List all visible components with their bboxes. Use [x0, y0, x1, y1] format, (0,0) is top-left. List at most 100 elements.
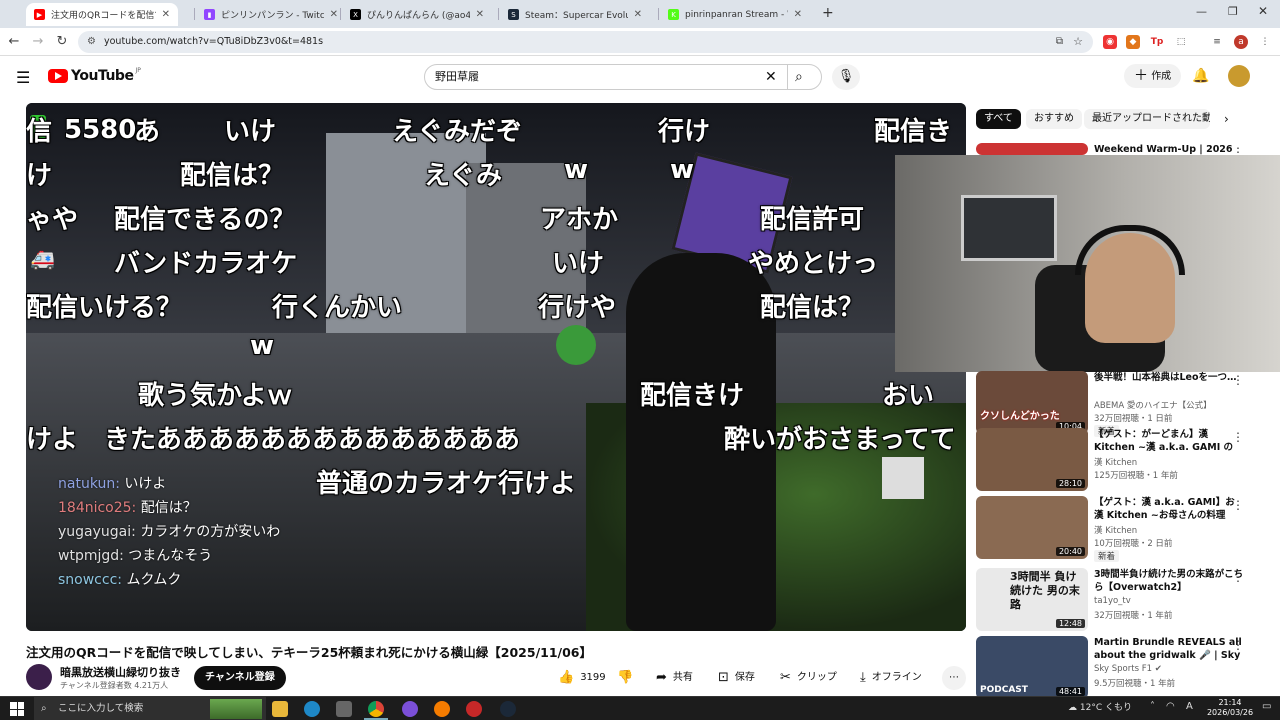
search-icon[interactable]: ⌕	[795, 65, 803, 89]
recommended-title[interactable]: 【ゲスト：漢 a.k.a. GAMI】お漢 Kitchen ~お母さんの料理番…	[1094, 496, 1244, 522]
video-thumbnail[interactable]: クソしんどかった 10:04	[976, 371, 1088, 434]
wifi-icon[interactable]: ◠	[1166, 701, 1175, 712]
subscribe-button[interactable]: チャンネル登録	[194, 666, 286, 690]
browser-tab[interactable]: ▶ 注文用のQRコードを配信で映してしま ✕	[26, 3, 178, 26]
tab-close-icon[interactable]: ✕	[634, 9, 642, 20]
file-explorer-icon[interactable]	[272, 701, 288, 717]
steam-icon[interactable]	[500, 701, 516, 717]
tab-close-icon[interactable]: ✕	[162, 9, 170, 20]
more-options-icon[interactable]: ⋮	[1232, 145, 1244, 155]
recommended-channel[interactable]: ABEMA 愛のハイエナ【公式】	[1094, 399, 1212, 411]
calculator-icon[interactable]	[336, 701, 352, 717]
browser-tab[interactable]: Kpinrinpanran Stream - Watch Live ✕	[660, 3, 810, 26]
filter-chip[interactable]: 最近アップロードされた動画	[1084, 109, 1210, 129]
minimize-icon[interactable]: —	[1196, 5, 1207, 18]
reading-list-icon[interactable]: ≡	[1210, 35, 1224, 49]
recommended-title[interactable]: Weekend Warm-Up | 2026	[1094, 143, 1244, 155]
tab-close-icon[interactable]: ✕	[330, 9, 338, 20]
url-field[interactable]: ⚙ youtube.com/watch?v=QTu8iDbZ3v0&t=481s…	[78, 31, 1093, 53]
save-button[interactable]: ⊡ 保存	[718, 666, 755, 690]
offline-button[interactable]: ⤓ オフライン	[860, 666, 922, 690]
reload-icon[interactable]: ↻	[54, 34, 70, 49]
extension-icon-2[interactable]: ◆	[1126, 35, 1140, 49]
start-icon[interactable]	[10, 702, 24, 716]
recommended-title[interactable]: 後半戦！山本裕典はLeoを一つ…	[1094, 371, 1244, 384]
tray-chevron-icon[interactable]: ˄	[1150, 701, 1155, 712]
back-icon[interactable]: ←	[6, 34, 22, 49]
recommended-title[interactable]: Martin Brundle REVEALS all about the gri…	[1094, 636, 1244, 662]
filter-chip[interactable]: すべて	[976, 109, 1021, 129]
facecam-overlay	[895, 155, 1280, 372]
more-options-icon[interactable]: ⋮	[1232, 430, 1244, 444]
youtube-logo[interactable]: YouTube JP	[48, 67, 141, 84]
more-options-icon[interactable]: ⋮	[1232, 373, 1244, 387]
app-icon-orange[interactable]	[434, 701, 450, 717]
close-window-icon[interactable]: ✕	[1258, 4, 1268, 18]
channel-avatar[interactable]	[26, 664, 52, 690]
recommended-video[interactable]: 3時間半 負け続けた 男の末路 12:48 3時間半負け続けた男の末路がこちら【Ov…	[976, 568, 1266, 632]
filter-chip[interactable]: おすすめ	[1026, 109, 1082, 129]
dislike-button[interactable]: 👎	[617, 666, 633, 690]
recommended-channel[interactable]: ta1yo_tv	[1094, 596, 1131, 606]
ime-indicator[interactable]: A	[1186, 701, 1193, 712]
create-button[interactable]: ＋ 作成	[1124, 64, 1182, 88]
notification-center-icon[interactable]: ▭	[1262, 701, 1271, 712]
browser-tab[interactable]: X ぴんりんぱんらん (@ao4391035588 ✕	[342, 3, 492, 26]
search-value: 野田草履	[435, 70, 479, 83]
recommended-title[interactable]: 3時間半負け続けた男の末路がこちら【Overwatch2】	[1094, 568, 1244, 594]
like-button[interactable]: 👍 3199	[558, 666, 606, 690]
browser-menu-icon[interactable]: ⋮	[1258, 35, 1272, 49]
browser-tab[interactable]: S Steam：Supercar Evolution 2026 ✕	[500, 3, 650, 26]
forward-icon[interactable]: →	[30, 34, 46, 49]
recommended-title[interactable]: 【ゲスト：がーどまん】漢 Kitchen ~漢 a.k.a. GAMI の料…	[1094, 428, 1244, 454]
recommended-channel[interactable]: 漢 Kitchen	[1094, 524, 1137, 536]
video-thumbnail[interactable]: 20:40	[976, 496, 1088, 559]
browser-tab[interactable]: ▮ ピンリンパンラン - Twitch ✕	[196, 3, 346, 26]
profile-avatar[interactable]: a	[1234, 35, 1248, 49]
bookmark-star-icon[interactable]: ☆	[1073, 31, 1083, 53]
more-options-icon[interactable]: ⋮	[1232, 570, 1244, 584]
channel-name[interactable]: 暗黒放送横山緑切り抜き	[60, 664, 181, 680]
video-player[interactable]: 🚑 信 5580 あいけ えぐみだぞ 行け 配信きけ配信は？ えぐみ w w ゃや 配信できるの？ア…	[26, 103, 966, 631]
clear-search-icon[interactable]: ✕	[765, 65, 777, 89]
recommended-channel[interactable]: 漢 Kitchen	[1094, 456, 1137, 468]
more-options-icon[interactable]: ⋮	[1232, 638, 1244, 652]
extension-icon-3[interactable]: Tp	[1150, 35, 1164, 49]
chips-next-icon[interactable]: ›	[1224, 112, 1229, 126]
extensions-puzzle-icon[interactable]: ⬚	[1174, 35, 1188, 49]
video-thumbnail[interactable]	[976, 143, 1088, 155]
danmaku-comment: 配信できるの？	[114, 205, 296, 235]
recommended-video[interactable]: PODCAST 48:41 Martin Brundle REVEALS all a…	[976, 636, 1266, 700]
hamburger-menu-icon[interactable]: ☰	[16, 68, 30, 87]
weather-widget[interactable]: ☁ 12°C くもり	[1068, 697, 1132, 720]
new-tab-button[interactable]: +	[822, 5, 834, 21]
cast-icon[interactable]: ⧉	[1056, 31, 1063, 53]
notifications-bell-icon[interactable]: 🔔	[1192, 68, 1209, 84]
account-avatar[interactable]	[1228, 65, 1250, 87]
clip-button[interactable]: ✂ クリップ	[780, 666, 837, 690]
search-input[interactable]: 野田草履 ✕ ⌕	[424, 64, 822, 90]
edge-icon[interactable]	[304, 701, 320, 717]
tab-close-icon[interactable]: ✕	[794, 9, 802, 20]
recommended-channel[interactable]: Sky Sports F1 ✔	[1094, 664, 1162, 674]
more-actions-button[interactable]: ⋯	[942, 666, 966, 690]
recommended-video[interactable]: 20:40 【ゲスト：漢 a.k.a. GAMI】お漢 Kitchen ~お母さん…	[976, 496, 1266, 562]
tab-close-icon[interactable]: ✕	[476, 9, 484, 20]
video-thumbnail[interactable]: PODCAST 48:41	[976, 636, 1088, 699]
recommended-video[interactable]: 28:10 【ゲスト：がーどまん】漢 Kitchen ~漢 a.k.a. GAMI…	[976, 428, 1266, 492]
more-options-icon[interactable]: ⋮	[1232, 498, 1244, 512]
maximize-icon[interactable]: ❐	[1228, 5, 1238, 18]
share-button[interactable]: ➦ 共有	[656, 666, 693, 690]
app-icon-red[interactable]	[466, 701, 482, 717]
clock-time[interactable]: 21:14	[1210, 698, 1250, 707]
app-icon-purple[interactable]	[402, 701, 418, 717]
site-info-icon[interactable]: ⚙	[87, 31, 96, 53]
video-thumbnail[interactable]: 28:10	[976, 428, 1088, 491]
extension-icon-1[interactable]: ◉	[1103, 35, 1117, 49]
chrome-icon[interactable]	[368, 701, 384, 717]
recommended-video[interactable]: クソしんどかった 10:04 後半戦！山本裕典はLeoを一つ… ABEMA 愛のハイエ…	[976, 371, 1266, 437]
voice-search-icon[interactable]: 🎙	[832, 64, 860, 90]
clock-date[interactable]: 2026/03/26	[1200, 708, 1260, 717]
video-thumbnail[interactable]: 3時間半 負け続けた 男の末路 12:48	[976, 568, 1088, 631]
recommended-video[interactable]: Weekend Warm-Up | 2026 ⋮	[976, 143, 1266, 155]
